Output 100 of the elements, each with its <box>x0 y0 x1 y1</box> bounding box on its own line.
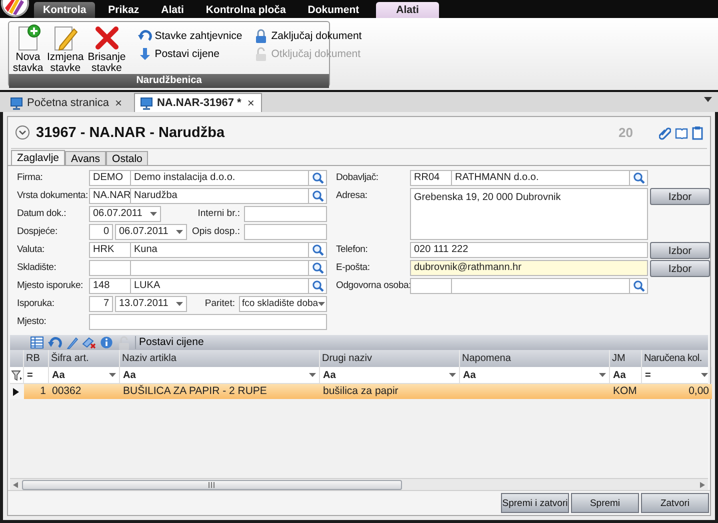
code-field[interactable]: RR04 <box>410 170 452 186</box>
ribbon-tab[interactable]: Alati <box>152 2 193 18</box>
close-button[interactable]: × <box>112 97 124 109</box>
choose-button[interactable]: Izbor <box>650 188 710 205</box>
monitor-icon <box>10 96 23 110</box>
filter-field[interactable]: Aa <box>320 367 460 383</box>
footer-button[interactable]: Zatvori <box>641 493 709 513</box>
field-label: Odgovorna osoba: <box>336 279 410 293</box>
form-tab[interactable]: Avans <box>65 151 106 165</box>
scrollbar-track[interactable] <box>10 478 708 490</box>
text-field[interactable] <box>244 224 327 240</box>
footer-button[interactable]: Spremi i zatvori <box>501 493 569 513</box>
name-field[interactable]: Narudžba <box>131 188 309 204</box>
document-tab[interactable]: NA.NAR-31967 * × <box>134 93 262 112</box>
search-button[interactable] <box>309 260 327 276</box>
text-field[interactable] <box>244 206 327 222</box>
text-field[interactable]: dubrovnik@rathmann.hr <box>410 260 648 276</box>
days-field[interactable]: 7 <box>89 296 113 312</box>
ribbon-button[interactable]: Brisanje stavke <box>86 24 128 74</box>
ribbon-tab[interactable]: Kontrola <box>34 2 96 18</box>
document-number: 20 <box>618 125 633 140</box>
ribbon-button[interactable]: Nova stavka <box>11 24 45 74</box>
table-cell-text: bušilica za papir <box>322 384 400 399</box>
table-cell-text: BUŠILICA ZA PAPIR - 2 RUPE <box>122 384 268 399</box>
footer-button[interactable]: Spremi <box>571 493 639 513</box>
address-field[interactable]: Grebenska 19, 20 000 Dubrovnik <box>410 188 648 240</box>
name-field[interactable]: LUKA <box>131 278 309 294</box>
text-field[interactable] <box>89 314 327 330</box>
name-field[interactable]: Demo instalacija d.o.o. <box>131 170 309 186</box>
code-field[interactable]: NA.NAR <box>89 188 131 204</box>
field-label: Dospjeće: <box>17 225 58 239</box>
clipboard-icon <box>692 126 703 140</box>
search-button[interactable] <box>309 170 327 186</box>
name-field[interactable] <box>452 278 630 294</box>
scrollbar-thumb[interactable] <box>22 480 402 490</box>
group-label: Narudžbenica <box>9 74 329 88</box>
logo-icon <box>0 0 30 18</box>
name-field[interactable] <box>131 260 309 276</box>
form-tab[interactable]: Ostalo <box>106 151 148 165</box>
date-field[interactable]: 13.07.2011 <box>115 296 187 312</box>
filter-field[interactable]: Aa <box>610 367 642 383</box>
name-field[interactable]: Kuna <box>131 242 309 258</box>
document-tab[interactable]: Početna stranica × <box>4 93 130 112</box>
caret-icon <box>318 302 326 306</box>
field-label: Dobavljač: <box>336 171 380 185</box>
ribbon-tab[interactable]: Kontrolna ploča <box>196 2 295 18</box>
search-icon <box>312 172 324 184</box>
date-field[interactable]: 06.07.2011 <box>115 224 187 240</box>
code-field[interactable] <box>89 260 131 276</box>
search-icon <box>632 172 644 184</box>
search-button[interactable] <box>630 278 648 294</box>
menu-caret-icon <box>704 97 712 102</box>
code-field[interactable]: 148 <box>89 278 131 294</box>
choose-button[interactable]: Izbor <box>650 242 710 259</box>
search-button[interactable] <box>630 170 648 186</box>
field-label: Skladište: <box>17 261 58 275</box>
ribbon-button[interactable]: Zaključaj dokument <box>252 28 364 44</box>
scroll-right-icon <box>700 482 705 488</box>
code-field[interactable]: DEMO <box>89 170 131 186</box>
search-button[interactable] <box>309 188 327 204</box>
field-label: Opis dosp.: <box>190 225 241 239</box>
filter-field[interactable]: Aa <box>460 367 610 383</box>
name-field[interactable]: RATHMANN d.o.o. <box>452 170 630 186</box>
choose-button[interactable]: Izbor <box>650 260 710 277</box>
collapse-icon <box>15 125 30 140</box>
filter-field[interactable]: = <box>642 367 712 383</box>
caret-icon <box>150 212 157 216</box>
field-label: Mjesto: <box>17 315 48 329</box>
ribbon-button[interactable]: Postavi cijene <box>136 46 244 62</box>
filter-field[interactable]: = <box>24 367 49 383</box>
code-field[interactable]: HRK <box>89 242 131 258</box>
filter-field[interactable]: Aa <box>120 367 320 383</box>
text-field[interactable]: 020 111 222 <box>410 242 648 258</box>
toolbar-button[interactable]: Postavi cijene <box>135 336 207 349</box>
date-field[interactable]: 06.07.2011 <box>89 206 161 222</box>
caret-icon <box>176 230 183 234</box>
search-icon <box>632 280 644 292</box>
close-button[interactable]: × <box>245 97 256 109</box>
search-button[interactable] <box>309 278 327 294</box>
ribbon-tab[interactable]: Alati <box>376 2 439 18</box>
ribbon-tab[interactable]: Dokument <box>298 2 368 18</box>
table-cell-text: 1 <box>39 384 47 399</box>
days-field[interactable]: 0 <box>89 224 113 240</box>
caret-icon <box>176 302 183 306</box>
filter-field[interactable]: Aa <box>49 367 120 383</box>
code-field[interactable] <box>410 278 452 294</box>
field-label: Firma: <box>17 171 44 185</box>
table-row[interactable]: 1 00362 BUŠILICA ZA PAPIR - 2 RUPE bušilica za papir KOM 0,00 <box>24 384 712 399</box>
search-button[interactable] <box>309 242 327 258</box>
select-field[interactable]: fco skladište doba <box>239 296 327 312</box>
field-label: Adresa: <box>336 189 368 203</box>
monitor-icon <box>140 96 153 110</box>
caret-icon <box>701 373 708 377</box>
book-icon <box>675 126 688 138</box>
ribbon-button[interactable]: Stavke zahtjevnice <box>136 28 244 44</box>
unlock-icon <box>254 47 268 61</box>
form-tab[interactable]: Zaglavlje <box>11 150 66 165</box>
ribbon-button[interactable]: Izmjena stavke <box>45 24 86 74</box>
field-label: E-pošta: <box>336 261 371 275</box>
ribbon-tab[interactable]: Prikaz <box>99 2 148 18</box>
